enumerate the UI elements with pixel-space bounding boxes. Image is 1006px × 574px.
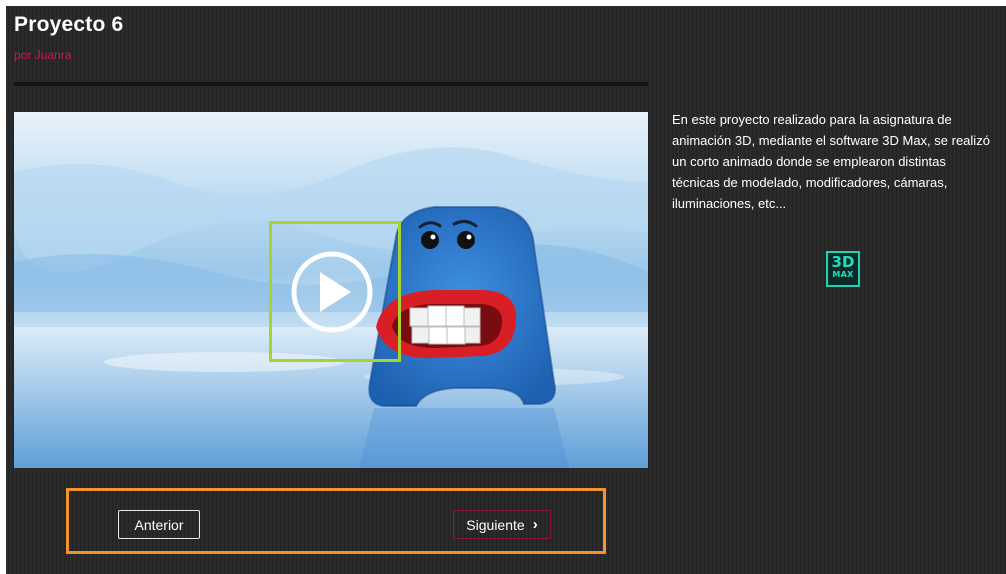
page-title: Proyecto 6 (14, 13, 124, 36)
play-button-highlight[interactable] (269, 221, 401, 362)
next-button-label: Siguiente (466, 516, 525, 533)
next-button[interactable]: Siguiente › (453, 510, 551, 539)
logo-line1: 3D (831, 253, 855, 271)
project-description: En este proyecto realizado para la asign… (672, 112, 990, 211)
3dsmax-logo-icon: 3D MAX (826, 251, 860, 287)
divider (14, 82, 648, 86)
previous-button-label: Anterior (134, 516, 184, 533)
chevron-right-icon: › (532, 516, 538, 533)
logo-line2: MAX (832, 270, 854, 279)
previous-button[interactable]: Anterior (118, 510, 200, 539)
video-player[interactable] (14, 112, 648, 468)
author-link[interactable]: por Juanra (14, 48, 71, 62)
